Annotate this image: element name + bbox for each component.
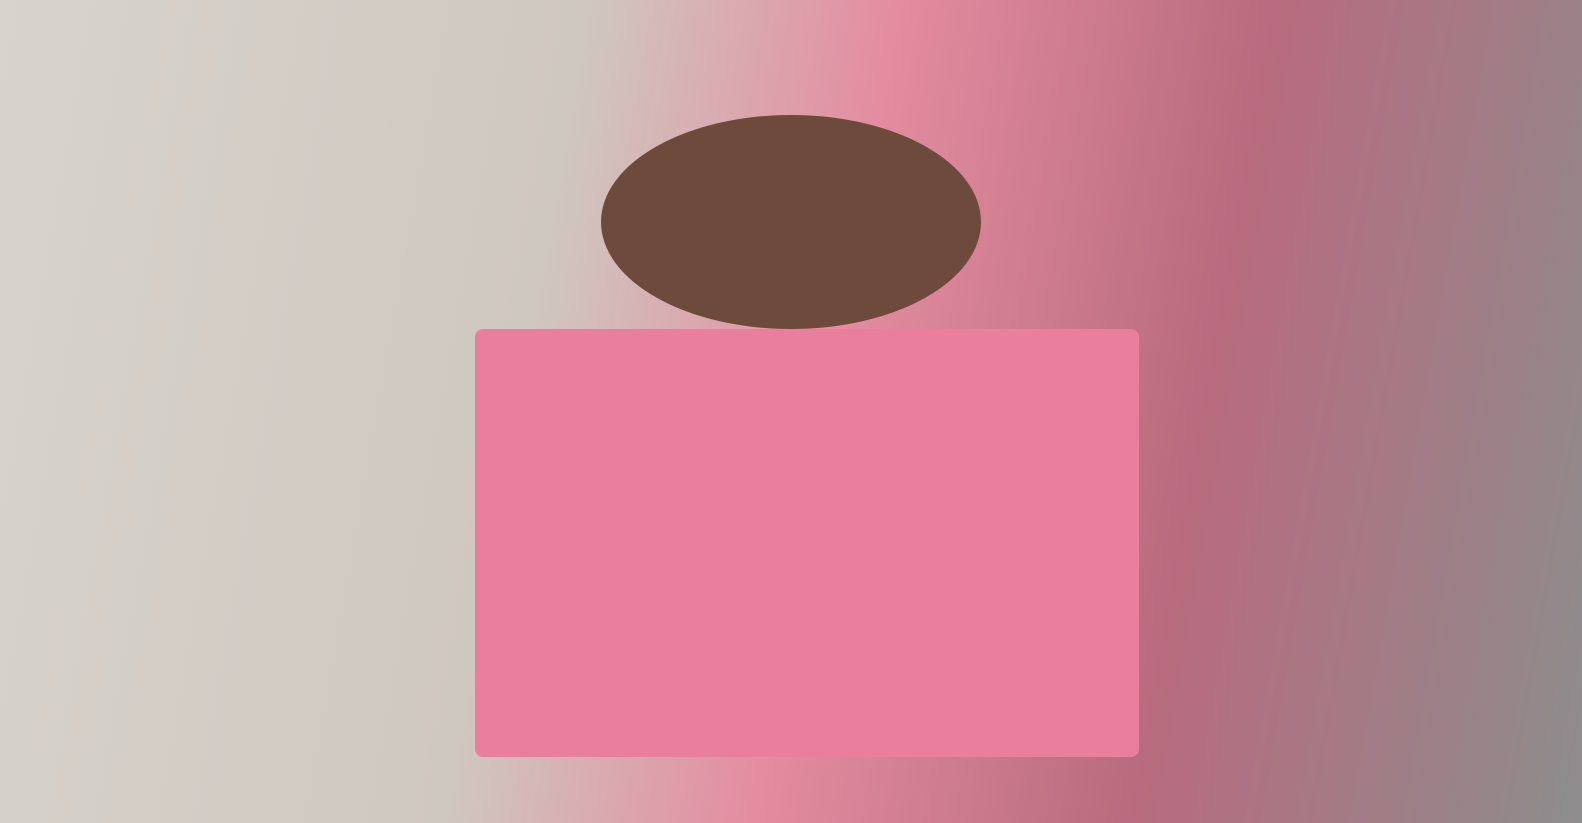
telegram-app: SeekerasSeekeras15:25Company – Ditto(wor… (0, 0, 1582, 823)
member-avatar (0, 0, 1582, 823)
group-info-panel: Group Info X Xyz 4 members Notifications (0, 0, 1582, 823)
member-list-item[interactable] (0, 0, 1582, 823)
member-list[interactable]: ownerSDM (0, 0, 1582, 823)
